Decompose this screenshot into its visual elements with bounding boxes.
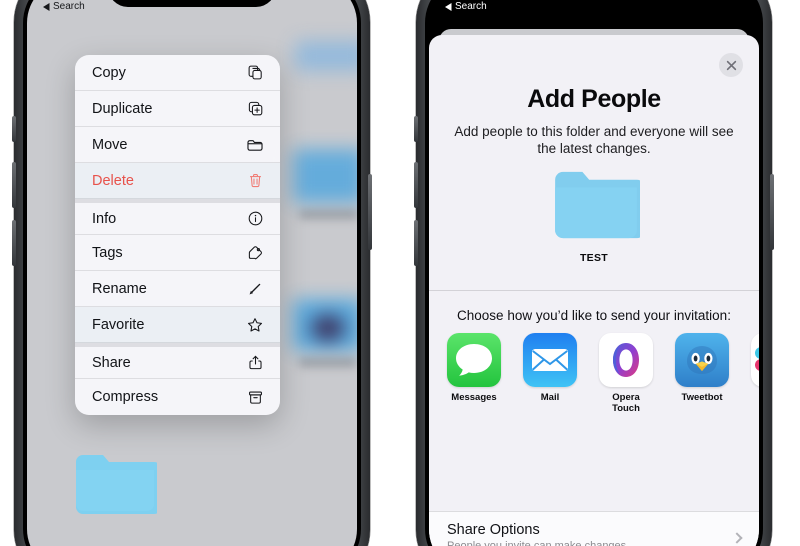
volume-down-button[interactable] (414, 220, 418, 266)
folder-icon (552, 169, 645, 239)
folder-name: TEST (579, 252, 609, 264)
volume-up-button[interactable] (12, 162, 16, 208)
trash-icon (245, 171, 265, 191)
context-menu-item-label: Info (92, 210, 117, 227)
info-icon (245, 209, 265, 229)
power-button[interactable] (770, 174, 774, 250)
context-menu-item-move[interactable]: Move (75, 127, 280, 163)
background-file-tile (295, 41, 357, 71)
context-menu-item-label: Favorite (92, 316, 145, 333)
share-target-partial[interactable]: S (751, 332, 759, 414)
context-menu-item-rename[interactable]: Rename (75, 271, 280, 307)
volume-down-button[interactable] (12, 220, 16, 266)
phone-right-screen: Add People Add people to this folder and… (429, 0, 759, 546)
add-people-sheet: Add People Add people to this folder and… (429, 35, 759, 546)
shared-folder: TEST (429, 169, 759, 264)
notch (108, 0, 276, 7)
share-target-row[interactable]: Messages Mail Opera Touch Tweetbot (429, 332, 759, 414)
share-target-label: Opera Touch (612, 391, 640, 414)
star-icon (245, 315, 265, 335)
back-triangle-icon (445, 2, 452, 11)
back-to-search-button[interactable]: Search (445, 1, 487, 12)
duplicate-icon (245, 99, 265, 119)
phone-left-bezel: Copy Duplicate Move Delete Info Tags Ren… (23, 0, 361, 546)
back-label: Search (455, 1, 487, 12)
context-menu-item-info[interactable]: Info (75, 199, 280, 235)
share-options-title: Share Options (447, 522, 540, 538)
selected-folder-icon[interactable] (73, 452, 161, 514)
share-target-label: Mail (540, 391, 560, 403)
partial-app-icon (751, 332, 759, 387)
tag-icon (245, 243, 265, 263)
background-file-label (299, 359, 357, 366)
phone-left-screen: Copy Duplicate Move Delete Info Tags Ren… (27, 0, 357, 546)
context-menu-item-label: Compress (92, 389, 159, 405)
context-menu-item-tags[interactable]: Tags (75, 235, 280, 271)
context-menu-item-label: Duplicate (92, 100, 153, 117)
phone-right-bezel: Add People Add people to this folder and… (425, 0, 763, 546)
context-menu-item-favorite[interactable]: Favorite (75, 307, 280, 343)
back-to-search-button[interactable]: Search (43, 1, 85, 12)
context-menu-item-duplicate[interactable]: Duplicate (75, 91, 280, 127)
folder-icon (245, 135, 265, 155)
context-menu-item-share[interactable]: Share (75, 343, 280, 379)
power-button[interactable] (368, 174, 372, 250)
tweetbot-app-icon (675, 332, 729, 387)
back-triangle-icon (43, 2, 50, 11)
context-menu-item-label: Copy (92, 64, 126, 81)
context-menu-item-label: Rename (92, 280, 147, 297)
share-target-messages[interactable]: Messages (447, 332, 501, 414)
screenshot-stage: Copy Duplicate Move Delete Info Tags Ren… (0, 0, 800, 546)
share-options-row[interactable]: Share Options People you invite can make… (429, 511, 759, 546)
close-icon[interactable] (719, 53, 743, 77)
share-target-label: Messages (451, 391, 497, 403)
share-target-mail[interactable]: Mail (523, 332, 577, 414)
share-icon (245, 353, 265, 373)
context-menu-item-label: Share (92, 354, 131, 371)
volume-up-button[interactable] (414, 162, 418, 208)
context-menu-item-label: Delete (92, 172, 134, 189)
messages-app-icon (447, 332, 501, 387)
phone-left: Copy Duplicate Move Delete Info Tags Ren… (12, 0, 372, 546)
invite-prompt: Choose how you’d like to send your invit… (457, 307, 731, 323)
copy-icon (245, 63, 265, 83)
context-menu-item-label: Move (92, 136, 128, 153)
background-file-tile (293, 149, 357, 203)
share-target-tweetbot[interactable]: Tweetbot (675, 332, 729, 414)
pencil-icon (245, 279, 265, 299)
context-menu-item-copy[interactable]: Copy (75, 55, 280, 91)
background-file-thumb (311, 315, 345, 341)
mute-switch[interactable] (12, 116, 16, 142)
context-menu-item-compress[interactable]: Compress (75, 379, 280, 415)
page-title: Add People (527, 85, 661, 113)
archive-icon (245, 387, 265, 407)
mail-app-icon (523, 332, 577, 387)
divider (429, 290, 759, 291)
sheet-subtitle: Add people to this folder and everyone w… (454, 124, 734, 156)
background-file-label (299, 211, 357, 218)
share-options-subtitle: People you invite can make changes. (447, 540, 630, 546)
share-target-opera-touch[interactable]: Opera Touch (599, 332, 653, 414)
mute-switch[interactable] (414, 116, 418, 142)
opera-touch-app-icon (599, 332, 653, 387)
context-menu: Copy Duplicate Move Delete Info Tags Ren… (75, 55, 280, 415)
context-menu-item-label: Tags (92, 244, 123, 261)
share-target-label: S (751, 392, 759, 403)
notch (510, 0, 678, 7)
back-label: Search (53, 1, 85, 12)
context-menu-item-delete[interactable]: Delete (75, 163, 280, 199)
share-target-label: Tweetbot (681, 391, 723, 403)
phone-right: Add People Add people to this folder and… (414, 0, 774, 546)
